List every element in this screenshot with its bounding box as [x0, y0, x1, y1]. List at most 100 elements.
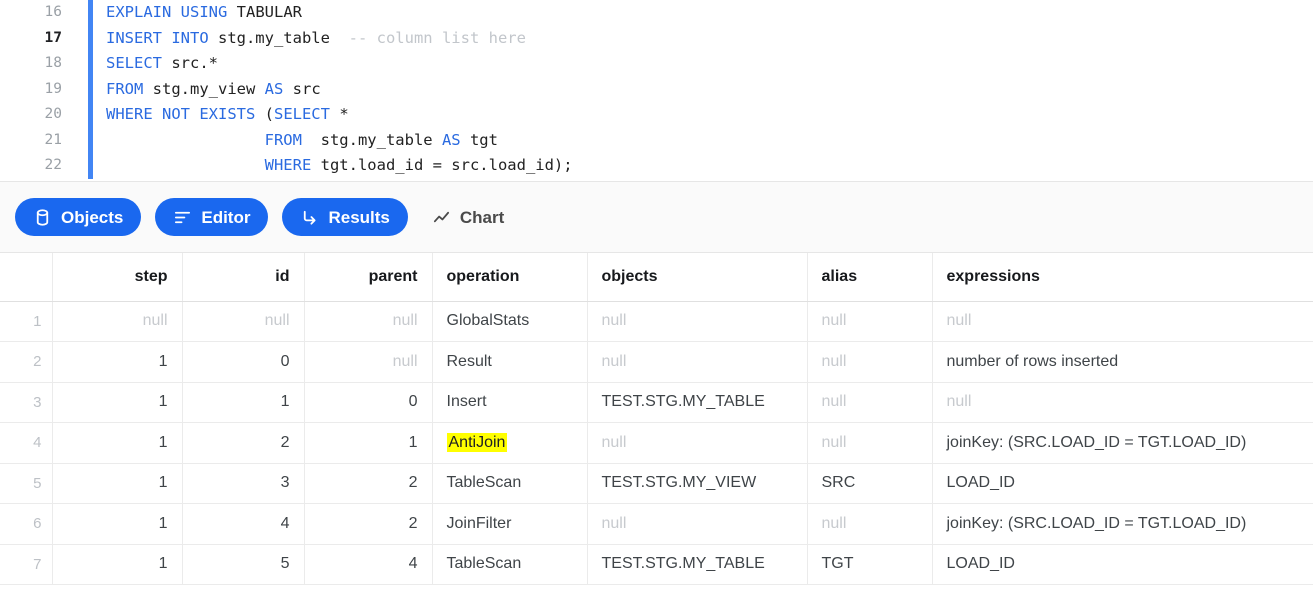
code-text: FROM stg.my_view AS src [106, 77, 321, 103]
code-token-kw: FROM [265, 131, 312, 149]
code-token-ident: TABULAR [237, 3, 302, 21]
code-token-ident: tgt.load_id = src.load_id); [321, 156, 573, 174]
cell-id[interactable]: null [182, 301, 304, 342]
cell-operation[interactable]: Result [432, 342, 587, 383]
cell-step[interactable]: 1 [52, 342, 182, 383]
cell-id[interactable]: 2 [182, 423, 304, 464]
cell-parent[interactable]: 1 [304, 423, 432, 464]
sql-editor[interactable]: 16EXPLAIN USING TABULAR17 INSERT INTO stg… [0, 0, 1313, 182]
column-header-id[interactable]: id [182, 253, 304, 301]
code-text: WHERE NOT EXISTS (SELECT * [106, 102, 349, 128]
cell-id[interactable]: 4 [182, 504, 304, 545]
results-panel[interactable]: stepidparentoperationobjectsaliasexpress… [0, 253, 1313, 594]
cell-operation[interactable]: GlobalStats [432, 301, 587, 342]
cell-operation[interactable]: Insert [432, 382, 587, 423]
cell-operation[interactable]: TableScan [432, 463, 587, 504]
tab-objects[interactable]: Objects [15, 198, 141, 236]
code-text: INSERT INTO stg.my_table -- column list … [106, 26, 526, 52]
code-text: SELECT src.* [106, 51, 218, 77]
cell-objects[interactable]: TEST.STG.MY_TABLE [587, 544, 807, 585]
table-row[interactable]: 5132TableScanTEST.STG.MY_VIEWSRCLOAD_ID [0, 463, 1313, 504]
line-number: 17 [0, 26, 62, 52]
code-token-ident: stg.my_view [153, 80, 265, 98]
cell-expressions[interactable]: joinKey: (SRC.LOAD_ID = TGT.LOAD_ID) [932, 504, 1313, 545]
cell-expressions[interactable]: number of rows inserted [932, 342, 1313, 383]
cell-step[interactable]: 1 [52, 504, 182, 545]
cell-operation[interactable]: AntiJoin [432, 423, 587, 464]
cell-objects[interactable]: null [587, 423, 807, 464]
code-line[interactable]: 22 WHERE tgt.load_id = src.load_id); [0, 153, 1313, 179]
cell-step[interactable]: 1 [52, 544, 182, 585]
cell-step[interactable]: 1 [52, 423, 182, 464]
code-line[interactable]: 21 FROM stg.my_table AS tgt [0, 128, 1313, 154]
cell-alias[interactable]: null [807, 504, 932, 545]
column-header-objects[interactable]: objects [587, 253, 807, 301]
cell-step[interactable]: null [52, 301, 182, 342]
cell-operation[interactable]: TableScan [432, 544, 587, 585]
code-lines[interactable]: 16EXPLAIN USING TABULAR17 INSERT INTO stg… [0, 0, 1313, 179]
cell-id[interactable]: 1 [182, 382, 304, 423]
cell-parent[interactable]: 2 [304, 463, 432, 504]
cell-expressions[interactable]: null [932, 301, 1313, 342]
tab-editor[interactable]: Editor [155, 198, 268, 236]
cell-id[interactable]: 3 [182, 463, 304, 504]
column-header-step[interactable]: step [52, 253, 182, 301]
cell-objects[interactable]: null [587, 342, 807, 383]
line-number: 19 [0, 77, 62, 103]
table-row[interactable]: 1nullnullnullGlobalStatsnullnullnull [0, 301, 1313, 342]
cell-id[interactable]: 0 [182, 342, 304, 383]
selection-gutter-bar [88, 128, 93, 154]
cell-expressions[interactable]: LOAD_ID [932, 544, 1313, 585]
table-row[interactable]: 210nullResultnullnullnumber of rows inse… [0, 342, 1313, 383]
selection-gutter-bar [88, 77, 93, 103]
code-token-cmt: -- column list here [349, 29, 526, 47]
table-row[interactable]: 6142JoinFilternullnulljoinKey: (SRC.LOAD… [0, 504, 1313, 545]
cell-operation[interactable]: JoinFilter [432, 504, 587, 545]
cell-objects[interactable]: TEST.STG.MY_TABLE [587, 382, 807, 423]
cell-id[interactable]: 5 [182, 544, 304, 585]
code-line[interactable]: 17 INSERT INTO stg.my_table -- column lis… [0, 26, 1313, 52]
code-line[interactable]: 19 FROM stg.my_view AS src [0, 77, 1313, 103]
header-row: stepidparentoperationobjectsaliasexpress… [0, 253, 1313, 301]
line-chart-icon [432, 208, 451, 227]
table-row[interactable]: 7154TableScanTEST.STG.MY_TABLETGTLOAD_ID [0, 544, 1313, 585]
tab-label: Editor [201, 209, 250, 226]
cell-expressions[interactable]: LOAD_ID [932, 463, 1313, 504]
code-token-ident: stg.my_table [218, 29, 349, 47]
column-header-operation[interactable]: operation [432, 253, 587, 301]
code-line[interactable]: 16EXPLAIN USING TABULAR [0, 0, 1313, 26]
cell-expressions[interactable]: null [932, 382, 1313, 423]
lines-icon [173, 208, 192, 227]
cell-parent[interactable]: 2 [304, 504, 432, 545]
cell-alias[interactable]: null [807, 423, 932, 464]
cell-step[interactable]: 1 [52, 463, 182, 504]
cell-objects[interactable]: TEST.STG.MY_VIEW [587, 463, 807, 504]
cell-alias[interactable]: null [807, 301, 932, 342]
cell-alias[interactable]: SRC [807, 463, 932, 504]
table-row[interactable]: 4121AntiJoinnullnulljoinKey: (SRC.LOAD_I… [0, 423, 1313, 464]
code-line[interactable]: 20 WHERE NOT EXISTS (SELECT * [0, 102, 1313, 128]
cell-alias[interactable]: TGT [807, 544, 932, 585]
cell-parent[interactable]: null [304, 301, 432, 342]
column-header-alias[interactable]: alias [807, 253, 932, 301]
cell-objects[interactable]: null [587, 504, 807, 545]
cell-expressions[interactable]: joinKey: (SRC.LOAD_ID = TGT.LOAD_ID) [932, 423, 1313, 464]
column-header-expressions[interactable]: expressions [932, 253, 1313, 301]
code-token-kw: FROM [106, 80, 153, 98]
code-token-kw: WHERE NOT EXISTS [106, 105, 265, 123]
code-line[interactable]: 18SELECT src.* [0, 51, 1313, 77]
column-header-parent[interactable]: parent [304, 253, 432, 301]
cell-parent[interactable]: 4 [304, 544, 432, 585]
cell-alias[interactable]: null [807, 382, 932, 423]
line-number: 20 [0, 102, 62, 128]
cell-parent[interactable]: 0 [304, 382, 432, 423]
tab-chart[interactable]: Chart [422, 198, 514, 236]
selection-gutter-bar [88, 51, 93, 77]
cell-step[interactable]: 1 [52, 382, 182, 423]
cell-parent[interactable]: null [304, 342, 432, 383]
view-tab-bar[interactable]: Objects Editor Results Chart [0, 182, 1313, 253]
tab-results[interactable]: Results [282, 198, 407, 236]
cell-objects[interactable]: null [587, 301, 807, 342]
cell-alias[interactable]: null [807, 342, 932, 383]
table-row[interactable]: 3110InsertTEST.STG.MY_TABLEnullnull [0, 382, 1313, 423]
